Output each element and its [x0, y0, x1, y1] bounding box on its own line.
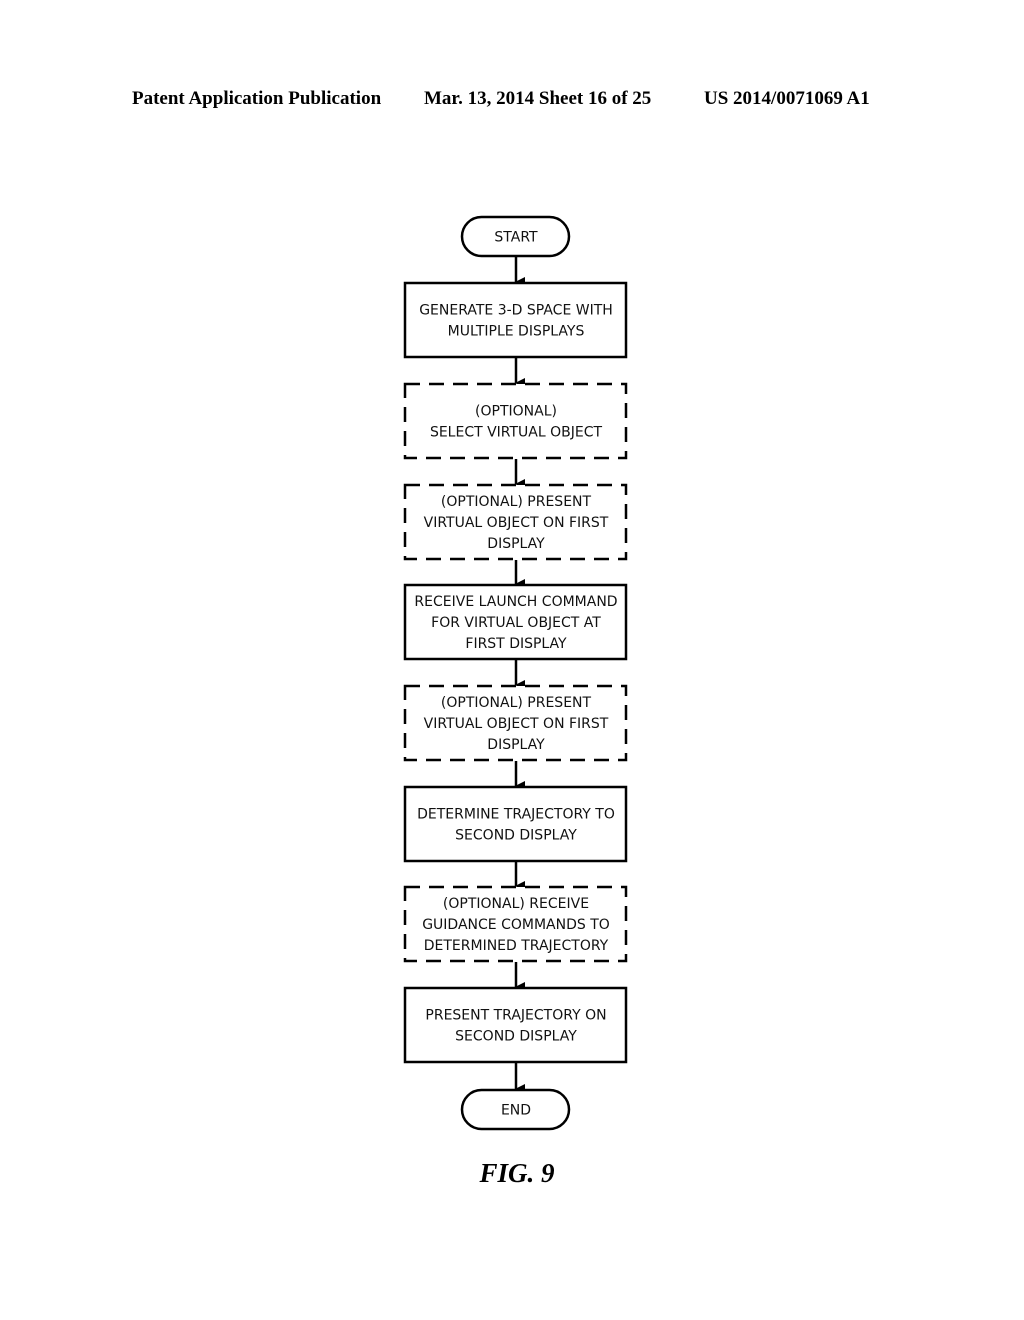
- flowchart: START GENERATE 3-D SPACE WITH MULTIPLE DIS…: [403, 215, 628, 1131]
- step-label-line: (OPTIONAL) PRESENT: [441, 695, 592, 711]
- process-step-step1: GENERATE 3-D SPACE WITH MULTIPLE DISPLAYS: [403, 281, 628, 359]
- step-label-line: FIRST DISPLAY: [465, 636, 567, 652]
- step-label-line: FOR VIRTUAL OBJECT AT: [431, 615, 601, 631]
- step-label-line: DETERMINE TRAJECTORY TO: [417, 807, 615, 823]
- step-label-line: END: [501, 1103, 531, 1119]
- step-label-line: DETERMINED TRAJECTORY: [424, 938, 609, 954]
- step-label-line: VIRTUAL OBJECT ON FIRST: [424, 716, 609, 732]
- step-label-line: SECOND DISPLAY: [455, 828, 577, 844]
- step-label-line: RECEIVE LAUNCH COMMAND: [414, 594, 617, 610]
- step-label-line: DISPLAY: [487, 737, 545, 753]
- process-step-step8: PRESENT TRAJECTORY ON SECOND DISPLAY: [403, 986, 628, 1064]
- step-box: [403, 281, 628, 359]
- process-step-step4: RECEIVE LAUNCH COMMAND FOR VIRTUAL OBJECT…: [403, 583, 628, 661]
- process-step-step6: DETERMINE TRAJECTORY TO SECOND DISPLAY: [403, 785, 628, 863]
- process-step-step7: (OPTIONAL) RECEIVE GUIDANCE COMMANDS TO DE…: [403, 885, 628, 963]
- step-box: [403, 785, 628, 863]
- step-label-line: SECOND DISPLAY: [455, 1029, 577, 1045]
- step-label-line: GUIDANCE COMMANDS TO: [422, 917, 610, 933]
- step-label-line: (OPTIONAL): [475, 404, 557, 420]
- step-label-line: SELECT VIRTUAL OBJECT: [430, 425, 603, 441]
- optional-step-box: [403, 382, 628, 460]
- step-label-line: (OPTIONAL) RECEIVE: [443, 896, 589, 912]
- process-step-step2: (OPTIONAL) SELECT VIRTUAL OBJECT: [403, 382, 628, 460]
- step-label-line: VIRTUAL OBJECT ON FIRST: [424, 515, 609, 531]
- step-label-line: DISPLAY: [487, 536, 545, 552]
- step-box: [403, 986, 628, 1064]
- process-step-step3: (OPTIONAL) PRESENT VIRTUAL OBJECT ON FIRS…: [403, 483, 628, 561]
- step-label-line: MULTIPLE DISPLAYS: [448, 324, 585, 340]
- process-step-step5: (OPTIONAL) PRESENT VIRTUAL OBJECT ON FIRS…: [403, 684, 628, 762]
- step-label-line: GENERATE 3-D SPACE WITH: [419, 303, 613, 319]
- figure-label: FIG. 9: [479, 1158, 555, 1188]
- step-label-line: PRESENT TRAJECTORY ON: [425, 1008, 606, 1024]
- terminal-end: END: [460, 1088, 571, 1131]
- terminal-start: START: [460, 215, 571, 258]
- step-label-line: START: [494, 230, 538, 246]
- step-label-line: (OPTIONAL) PRESENT: [441, 494, 592, 510]
